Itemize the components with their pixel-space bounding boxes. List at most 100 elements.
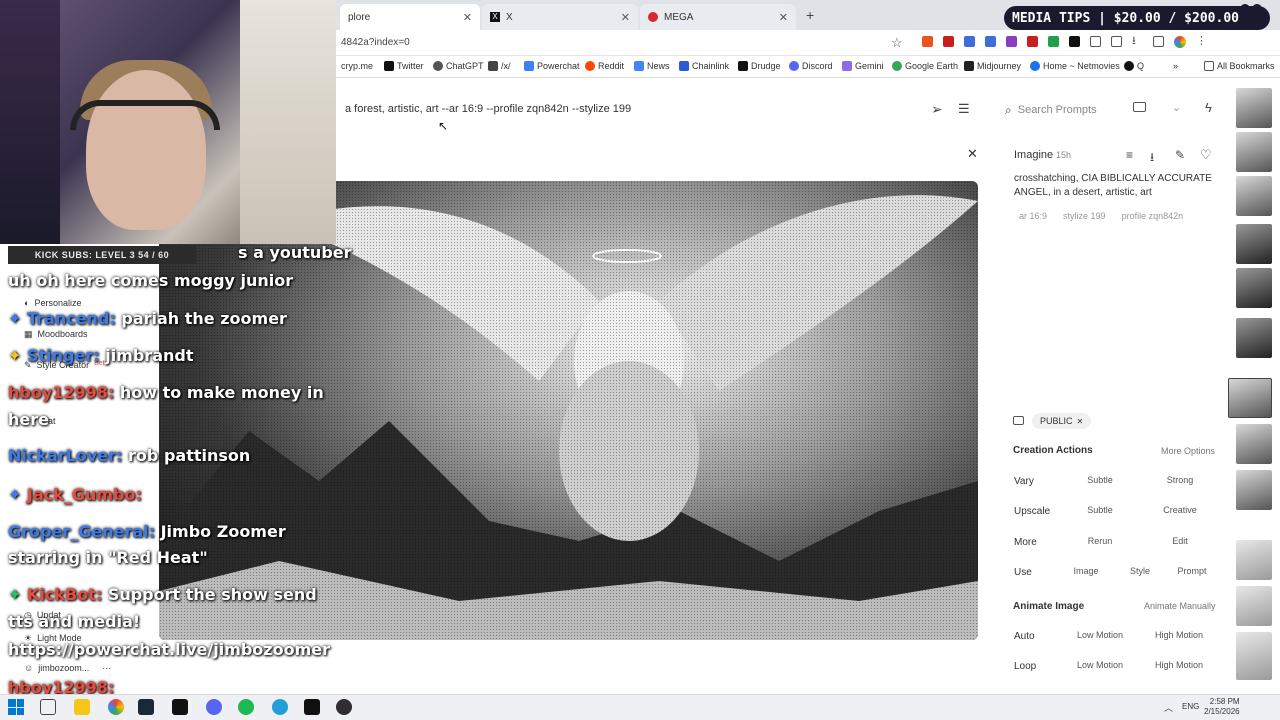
thumbnail[interactable]: [1236, 88, 1272, 128]
bookmark-item[interactable]: Drudge: [738, 61, 781, 71]
vary-strong-button[interactable]: Strong: [1150, 471, 1210, 489]
upscale-subtle-button[interactable]: Subtle: [1070, 501, 1130, 519]
chevron-down-icon[interactable]: ⌄: [1172, 101, 1181, 114]
thumbnail[interactable]: [1236, 224, 1272, 264]
task-view-icon[interactable]: [40, 699, 56, 715]
new-tab-button[interactable]: +: [806, 7, 814, 23]
lightning-icon[interactable]: ϟ: [1205, 100, 1212, 115]
extension-icon[interactable]: [922, 36, 933, 47]
close-icon[interactable]: ✕: [779, 11, 788, 24]
star-icon[interactable]: ☆: [891, 35, 903, 51]
bookmark-item[interactable]: Home ~ Netmovies: [1030, 61, 1120, 71]
extension-icon[interactable]: [1069, 36, 1080, 47]
thumbnail[interactable]: [1236, 132, 1272, 172]
extension-icon[interactable]: [964, 36, 975, 47]
more-options-link[interactable]: More Options: [1161, 446, 1215, 456]
menu-icon[interactable]: ⋮: [1196, 36, 1207, 47]
heart-icon[interactable]: ♡: [1200, 147, 1212, 163]
auto-low-motion-button[interactable]: Low Motion: [1068, 626, 1132, 644]
bookmark-item[interactable]: Reddit: [585, 61, 624, 71]
sidebar-item-chat[interactable]: at: [48, 416, 56, 426]
loop-low-motion-button[interactable]: Low Motion: [1068, 656, 1132, 674]
thumbnail[interactable]: [1236, 632, 1272, 680]
rerun-button[interactable]: Rerun: [1070, 532, 1130, 550]
sidebar-item-personalize[interactable]: ◐ Personalize: [24, 298, 81, 308]
folder-icon[interactable]: [1013, 416, 1024, 425]
folder-icon[interactable]: [1133, 102, 1146, 112]
thumbnail[interactable]: [1236, 318, 1272, 358]
search-input[interactable]: Search Prompts: [1018, 104, 1097, 116]
close-icon[interactable]: ✕: [463, 11, 472, 24]
list-icon[interactable]: ≡: [1126, 148, 1133, 162]
tab-midjourney[interactable]: plore ✕: [340, 4, 480, 30]
bookmark-item[interactable]: News: [634, 61, 670, 71]
url-field[interactable]: 4842a?index=0: [341, 37, 410, 48]
terminal-icon[interactable]: [172, 699, 188, 715]
extension-icon[interactable]: [985, 36, 996, 47]
thumbnail[interactable]: [1236, 424, 1272, 464]
tab-mega[interactable]: MEGA ✕: [640, 4, 796, 30]
download-icon[interactable]: ⭳: [1132, 36, 1143, 47]
visibility-badge[interactable]: PUBLIC ✕: [1032, 413, 1092, 429]
close-icon[interactable]: ✕: [1077, 417, 1084, 426]
extension-icon[interactable]: [1027, 36, 1038, 47]
tab-search-icon[interactable]: [1153, 36, 1164, 47]
sidebar-item-profile[interactable]: ☺ jimbozoom... ⋯: [24, 663, 111, 674]
bookmark-item[interactable]: Google Earth: [892, 61, 958, 71]
steam-icon[interactable]: [138, 699, 154, 715]
tag[interactable]: stylize 199: [1058, 209, 1111, 223]
bookmark-item[interactable]: Discord: [789, 61, 833, 71]
edit-button[interactable]: Edit: [1150, 532, 1210, 550]
loop-high-motion-button[interactable]: High Motion: [1146, 656, 1212, 674]
x-icon[interactable]: [304, 699, 320, 715]
thumbnail[interactable]: [1236, 540, 1272, 580]
sidebar-item-moodboards[interactable]: ▦ Moodboards: [24, 329, 88, 340]
bookmark-item[interactable]: ChatGPT: [433, 61, 484, 71]
thumbnail[interactable]: [1236, 268, 1272, 308]
all-bookmarks[interactable]: All Bookmarks: [1204, 61, 1275, 71]
use-style-button[interactable]: Style: [1116, 562, 1164, 580]
bookmark-item[interactable]: Twitter: [384, 61, 424, 71]
chrome-icon[interactable]: [108, 699, 124, 715]
upscale-creative-button[interactable]: Creative: [1150, 501, 1210, 519]
language-indicator[interactable]: ENG: [1182, 702, 1199, 711]
spotify-icon[interactable]: [238, 699, 254, 715]
extension-icon[interactable]: [943, 36, 954, 47]
tab-x[interactable]: X X ✕: [482, 4, 638, 30]
animate-manually-link[interactable]: Animate Manually: [1144, 601, 1216, 611]
bookmark-item[interactable]: Chainlink: [679, 61, 729, 71]
close-icon[interactable]: ✕: [967, 146, 978, 162]
pin-icon[interactable]: ✎: [1175, 148, 1185, 162]
profile-avatar[interactable]: [1174, 36, 1186, 48]
clock[interactable]: 2:58 PM 2/15/2026: [1204, 697, 1240, 717]
prompt-input[interactable]: a forest, artistic, art --ar 16:9 --prof…: [345, 103, 631, 115]
tag[interactable]: profile zqn842n: [1117, 209, 1189, 223]
extension-icon[interactable]: [1048, 36, 1059, 47]
auto-high-motion-button[interactable]: High Motion: [1146, 626, 1212, 644]
chevron-right-icon[interactable]: »: [1173, 61, 1178, 71]
telegram-icon[interactable]: [272, 699, 288, 715]
search-prompts[interactable]: ⌕ Search Prompts: [997, 99, 1152, 121]
thumbnail[interactable]: [1236, 470, 1272, 510]
extension-icon[interactable]: [1006, 36, 1017, 47]
tag[interactable]: ar 16:9: [1014, 209, 1052, 223]
obs-icon[interactable]: [336, 699, 352, 715]
vary-subtle-button[interactable]: Subtle: [1070, 471, 1130, 489]
settings-sliders-icon[interactable]: ☰: [958, 101, 970, 117]
thumbnail[interactable]: [1236, 586, 1272, 626]
use-image-button[interactable]: Image: [1062, 562, 1110, 580]
chevron-up-icon[interactable]: ︿: [1164, 701, 1173, 714]
more-icon[interactable]: ⋯: [102, 663, 111, 674]
thumbnail[interactable]: [1236, 176, 1272, 216]
bookmark-item[interactable]: Gemini: [842, 61, 884, 71]
use-prompt-button[interactable]: Prompt: [1168, 562, 1216, 580]
bookmark-item[interactable]: Midjourney: [964, 61, 1021, 71]
thumbnail-selected[interactable]: [1228, 378, 1272, 418]
download-icon[interactable]: ⭳: [1150, 148, 1154, 169]
bookmark-item[interactable]: cryp.me: [341, 61, 373, 71]
puzzle-icon[interactable]: [1090, 36, 1101, 47]
detail-prompt[interactable]: crosshatching, CIA BIBLICALLY ACCURATE A…: [1014, 172, 1214, 200]
discord-icon[interactable]: [206, 699, 222, 715]
file-explorer-icon[interactable]: [74, 699, 90, 715]
bookmark-item[interactable]: /x/: [488, 61, 511, 71]
